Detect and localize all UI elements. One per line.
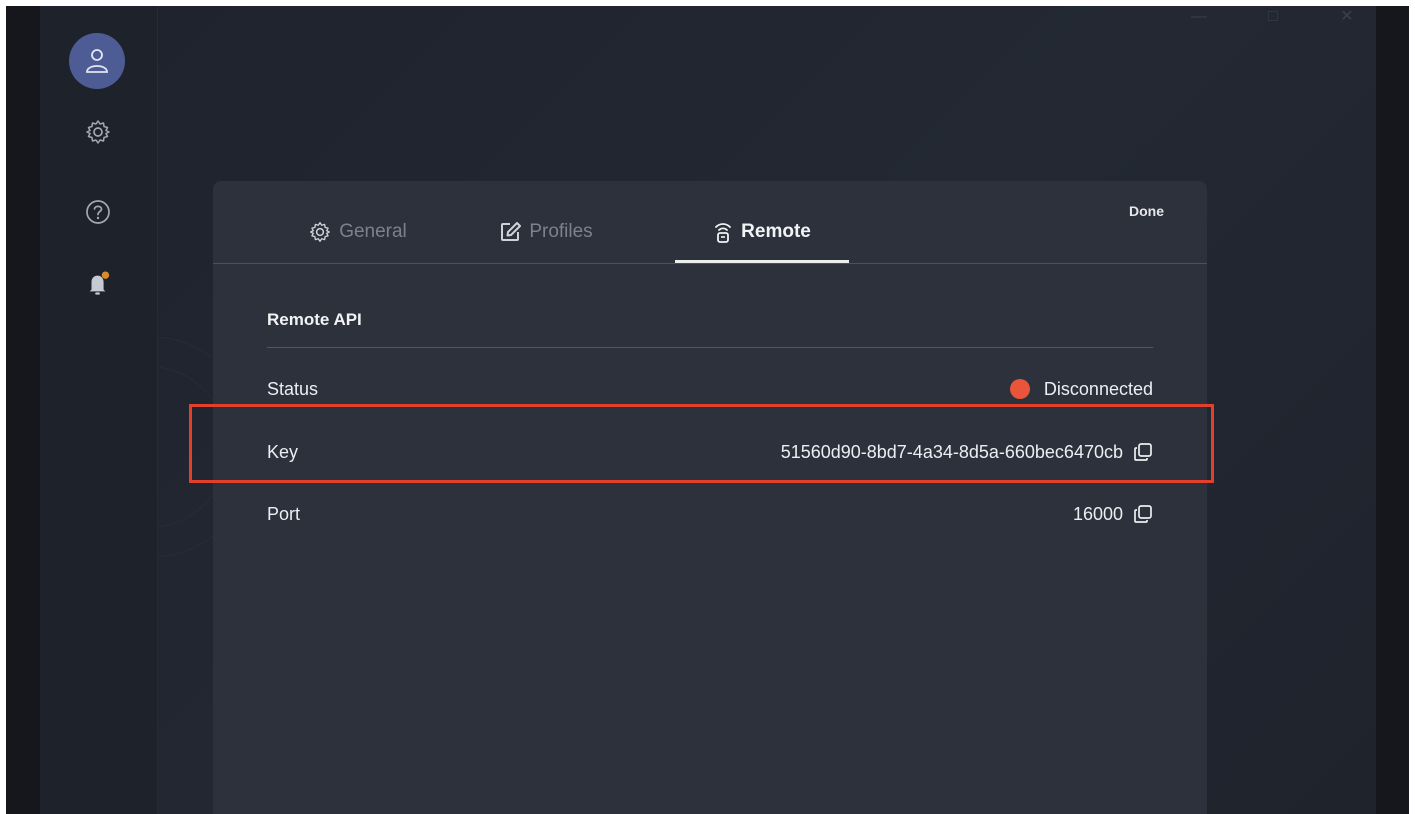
- copy-icon: [1134, 505, 1152, 523]
- status-indicator: [1009, 379, 1030, 399]
- edit-icon: [501, 222, 522, 241]
- tab-profiles-label: Profiles: [529, 221, 593, 242]
- gear-icon: [86, 120, 110, 144]
- section-title: Remote API: [267, 310, 362, 329]
- user-icon: [86, 49, 108, 73]
- settings-dialog: General Profiles Remote Done Remote API …: [213, 181, 1207, 814]
- notifications-button[interactable]: [85, 271, 111, 297]
- tab-remote-label: Remote: [741, 221, 811, 242]
- tab-remote[interactable]: Remote: [675, 211, 849, 263]
- port-label: Port: [267, 503, 301, 524]
- settings-button[interactable]: [85, 119, 111, 145]
- port-value: 16000: [1072, 503, 1123, 524]
- highlight-box: [189, 404, 1214, 483]
- done-button[interactable]: Done: [1129, 203, 1164, 219]
- help-icon: [86, 200, 110, 224]
- port-row: Port 16000: [267, 499, 1153, 529]
- status-value: Disconnected: [1043, 378, 1153, 399]
- avatar[interactable]: [69, 33, 125, 89]
- tab-bar: General Profiles Remote: [213, 181, 1207, 264]
- sidebar: [40, 6, 158, 814]
- tab-profiles[interactable]: Profiles: [481, 211, 611, 263]
- status-row: Status Disconnected: [267, 374, 1153, 404]
- bell-icon: [89, 271, 110, 295]
- status-label: Status: [267, 378, 319, 399]
- gear-icon: [310, 222, 331, 242]
- section-divider: [267, 347, 1153, 348]
- window-controls: — □ ✕: [1190, 6, 1356, 28]
- tab-general-label: General: [339, 221, 407, 242]
- copy-port-button[interactable]: [1133, 504, 1153, 524]
- tab-general[interactable]: General: [293, 211, 423, 263]
- minimize-icon[interactable]: —: [1190, 6, 1208, 28]
- remote-icon: [715, 223, 732, 243]
- maximize-icon[interactable]: □: [1264, 6, 1282, 28]
- help-button[interactable]: [85, 199, 111, 225]
- close-icon[interactable]: ✕: [1338, 6, 1356, 28]
